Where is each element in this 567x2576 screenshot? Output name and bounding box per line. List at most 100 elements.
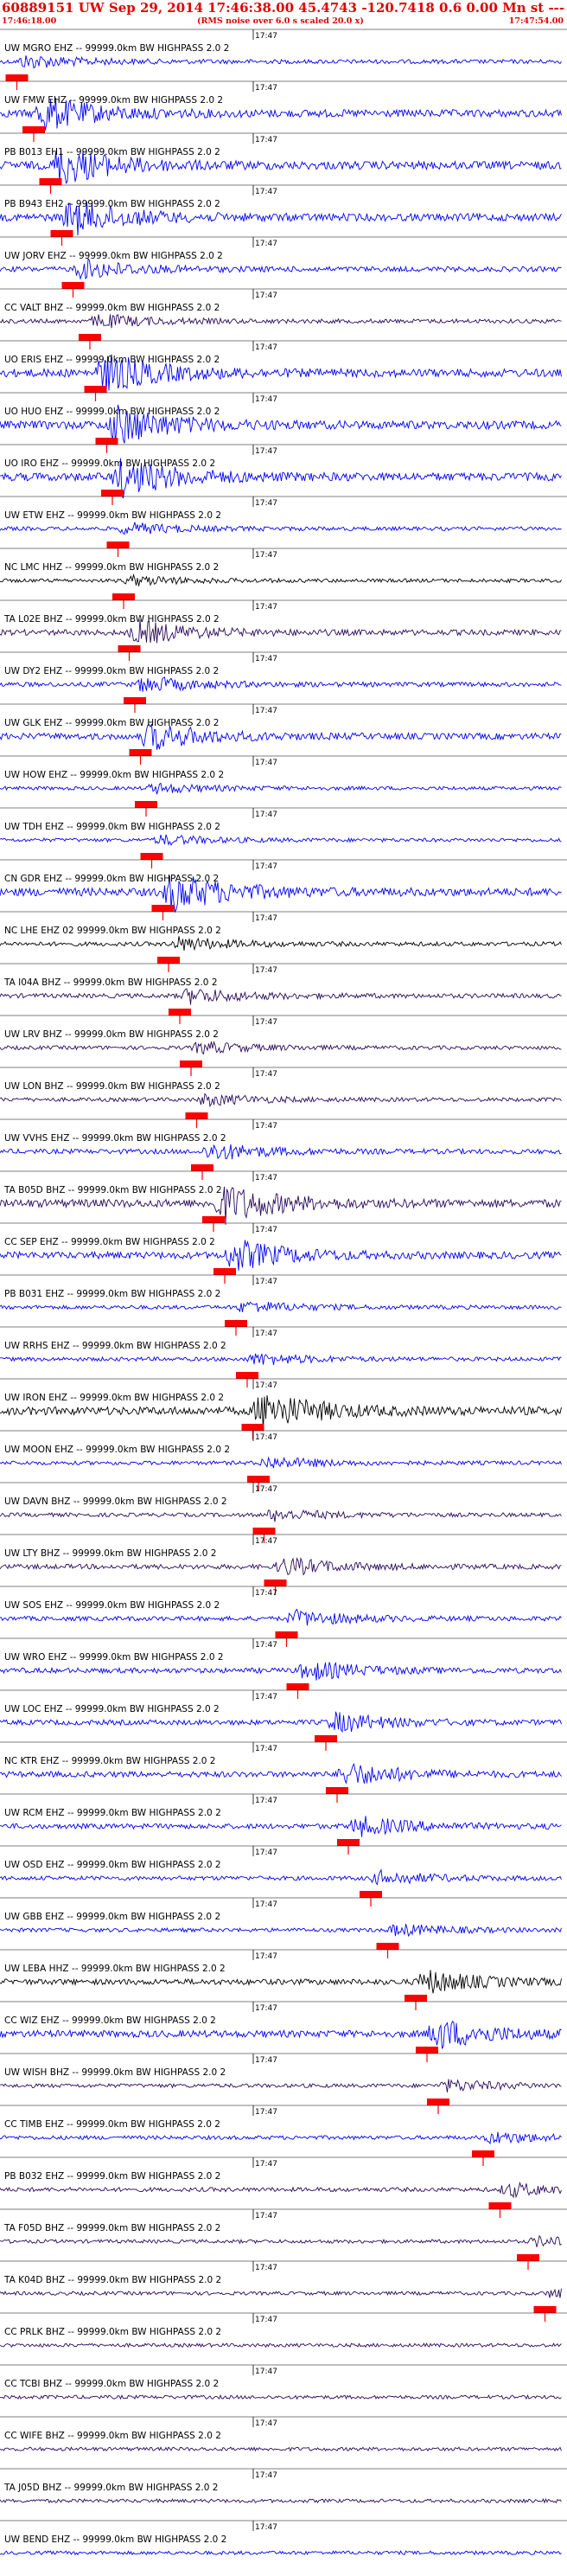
minute-tick-label: 17:47 xyxy=(255,1174,277,1182)
minute-tick-label: 17:47 xyxy=(255,655,277,663)
waveform-trace xyxy=(0,1662,562,1681)
minute-tick-label: 17:47 xyxy=(255,1952,277,1961)
minute-tick-label: 17:47 xyxy=(255,2004,277,2013)
waveform-trace xyxy=(0,834,562,846)
station-label: UW ETW EHZ -- 99999.0km BW HIGHPASS 2.0 … xyxy=(4,510,221,521)
minute-tick-label: 17:47 xyxy=(255,551,277,560)
waveform-trace xyxy=(0,2342,562,2349)
station-label: UW TDH EHZ -- 99999.0km BW HIGHPASS 2.0 … xyxy=(4,822,220,832)
waveform-trace xyxy=(0,2393,562,2400)
waveform-trace xyxy=(0,1711,562,1733)
station-label: UW HOW EHZ -- 99999.0km BW HIGHPASS 2.0 … xyxy=(4,770,224,780)
minute-tick-label: 17:47 xyxy=(255,188,277,196)
minute-tick-label: 17:47 xyxy=(255,1226,277,1234)
station-label: CN GDR EHZ -- 99999.0km BW HIGHPASS 2.0 … xyxy=(4,874,219,884)
waveform-trace xyxy=(0,1093,562,1108)
waveform-trace xyxy=(0,1762,562,1785)
minute-tick-label: 17:47 xyxy=(255,1797,277,1805)
station-label: NC KTR EHZ -- 99999.0km BW HIGHPASS 2.0 … xyxy=(4,1756,215,1766)
station-label: UW VVHS EHZ -- 99999.0km BW HIGHPASS 2.0… xyxy=(4,1133,226,1144)
seismogram-page: 60889151 UW Sep 29, 2014 17:46:38.00 45.… xyxy=(0,0,567,2576)
minute-tick-label: 17:47 xyxy=(255,1018,277,1027)
station-label: NC LMC HHZ -- 99999.0km BW HIGHPASS 2.0 … xyxy=(4,562,219,573)
minute-tick-label: 17:47 xyxy=(255,2471,277,2480)
station-label: PB B031 EHZ -- 99999.0km BW HIGHPASS 2.0… xyxy=(4,1289,220,1299)
station-label: UW LON BHZ -- 99999.0km BW HIGHPASS 2.0 … xyxy=(4,1081,220,1092)
station-label: UW GLK EHZ -- 99999.0km BW HIGHPASS 2.0 … xyxy=(4,718,219,728)
waveform-trace xyxy=(0,2181,562,2199)
minute-tick-label: 17:47 xyxy=(255,1745,277,1753)
station-label: UW OSD EHZ -- 99999.0km BW HIGHPASS 2.0 … xyxy=(4,1860,221,1870)
minute-tick-label: 17:47 xyxy=(255,1693,277,1701)
waveform-trace xyxy=(0,2498,562,2504)
waveform-trace xyxy=(0,573,562,586)
station-label: UW GBB EHZ -- 99999.0km BW HIGHPASS 2.0 … xyxy=(4,1912,220,1922)
station-label: UW BEND EHZ -- 99999.0km BW HIGHPASS 2.0… xyxy=(4,2534,226,2545)
waveform-trace xyxy=(0,1868,562,1886)
minute-tick-label: 17:47 xyxy=(255,603,277,612)
waveform-trace xyxy=(0,1353,562,1365)
station-label: CC PRLK BHZ -- 99999.0km BW HIGHPASS 2.0… xyxy=(4,2327,221,2337)
station-label: PB B013 EH1 -- 99999.0km BW HIGHPASS 2.0… xyxy=(4,147,220,157)
station-label: NC LHE EHZ 02 99999.0km BW HIGHPASS 2.0 … xyxy=(4,926,221,936)
waveform-trace xyxy=(0,1816,562,1837)
waveform-trace xyxy=(0,257,562,280)
minute-tick-label: 17:47 xyxy=(255,292,277,300)
minute-tick-label: 17:47 xyxy=(255,1381,277,1390)
waveform-trace xyxy=(0,1041,562,1055)
minute-tick-label: 17:47 xyxy=(255,1900,277,1909)
minute-tick-label: 17:47 xyxy=(255,447,277,456)
station-label: PB B032 EHZ -- 99999.0km BW HIGHPASS 2.0… xyxy=(4,2171,220,2182)
minute-tick-label: 17:47 xyxy=(255,914,277,923)
minute-tick-label: 17:47 xyxy=(255,1641,277,1650)
station-label: UW LOC EHZ -- 99999.0km BW HIGHPASS 2.0 … xyxy=(4,1704,220,1714)
waveform-trace xyxy=(0,936,562,952)
station-label: UW WISH BHZ -- 99999.0km BW HIGHPASS 2.0… xyxy=(4,2067,226,2078)
waveform-trace xyxy=(0,1924,562,1938)
minute-tick-label: 17:47 xyxy=(255,1849,277,1857)
minute-tick-label: 17:47 xyxy=(255,2056,277,2065)
waveform-trace xyxy=(0,1301,562,1313)
waveform-trace xyxy=(0,54,562,69)
minute-tick-label: 17:47 xyxy=(255,707,277,715)
station-label: UW MGRO EHZ -- 99999.0km BW HIGHPASS 2.0… xyxy=(4,43,229,54)
minute-tick-label: 17:47 xyxy=(255,2264,277,2272)
station-label: UW JORV EHZ -- 99999.0km BW HIGHPASS 2.0… xyxy=(4,251,223,261)
station-label: CC VALT BHZ -- 99999.0km BW HIGHPASS 2.0… xyxy=(4,303,220,313)
station-label: UW RCM EHZ -- 99999.0km BW HIGHPASS 2.0 … xyxy=(4,1808,221,1818)
station-label: CC SEP EHZ -- 99999.0km BW HIGHPASS 2.0 … xyxy=(4,1237,215,1247)
minute-tick-label: 17:47 xyxy=(255,2368,277,2376)
waveform-trace xyxy=(0,988,562,1005)
waveform-trace xyxy=(0,1556,562,1576)
minute-tick-label: 17:47 xyxy=(255,2523,277,2532)
minute-tick-label: 17:47 xyxy=(255,395,277,404)
minute-tick-label: 17:47 xyxy=(255,2419,277,2428)
minute-tick-label: 17:47 xyxy=(255,32,277,41)
minute-tick-label: 17:47 xyxy=(255,84,277,93)
minute-tick-label: 17:47 xyxy=(255,2108,277,2117)
station-label: TA F05D BHZ -- 99999.0km BW HIGHPASS 2.0… xyxy=(3,2223,220,2233)
waveform-trace xyxy=(0,2131,562,2145)
waveform-trace xyxy=(0,1608,562,1626)
waveform-trace xyxy=(0,522,562,535)
minute-tick-label: 17:47 xyxy=(255,811,277,819)
station-label: TA L02E BHZ -- 99999.0km BW HIGHPASS 2.0… xyxy=(3,614,220,625)
station-label: UW SOS EHZ -- 99999.0km BW HIGHPASS 2.0 … xyxy=(4,1600,220,1611)
station-label: TA J05D BHZ -- 99999.0km BW HIGHPASS 2.0… xyxy=(3,2483,218,2493)
minute-tick-label: 17:47 xyxy=(255,1433,277,1442)
minute-tick-label: 17:47 xyxy=(255,862,277,871)
minute-tick-label: 17:47 xyxy=(255,240,277,248)
waveform-trace xyxy=(0,2288,562,2298)
minute-tick-label: 17:47 xyxy=(255,2160,277,2169)
station-label: CC WIFE BHZ -- 99999.0km BW HIGHPASS 2.0… xyxy=(4,2431,221,2441)
waveform-trace xyxy=(0,1144,562,1160)
station-label: UW LEBA HHZ -- 99999.0km BW HIGHPASS 2.0… xyxy=(4,1964,226,1974)
station-label: PB B943 EH2 -- 99999.0km BW HIGHPASS 2.0… xyxy=(4,199,220,209)
station-label: UW DAVN BHZ -- 99999.0km BW HIGHPASS 2.0… xyxy=(4,1496,227,1507)
minute-tick-label: 17:47 xyxy=(255,1485,277,1494)
minute-tick-label: 17:47 xyxy=(255,2212,277,2220)
seismogram-plot: 17:47 UW MGRO EHZ -- 99999.0km BW HIGHPAS… xyxy=(0,29,567,2556)
waveform-trace xyxy=(0,676,562,692)
station-label: UW WRO EHZ -- 99999.0km BW HIGHPASS 2.0 … xyxy=(4,1652,224,1663)
waveform-trace xyxy=(0,1509,562,1522)
